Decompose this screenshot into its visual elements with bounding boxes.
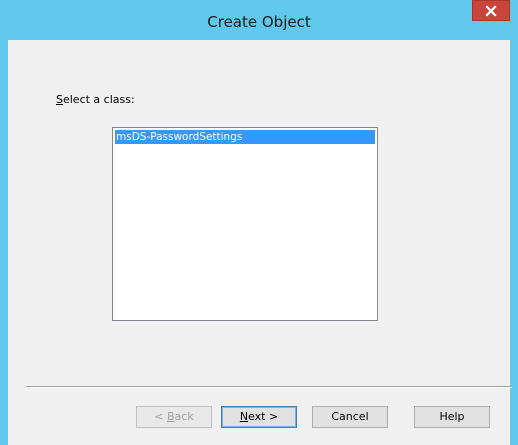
next-button[interactable]: Next > [221,406,297,428]
list-item[interactable]: msDS-PasswordSettings [115,130,375,144]
cancel-button[interactable]: Cancel [312,406,388,428]
dialog-content: Select a class: msDS-PasswordSettings < … [8,40,512,445]
back-button[interactable]: < Back [136,406,212,428]
select-label-mnemonic: S [56,93,63,106]
back-label-prefix: < [154,410,167,423]
close-button[interactable] [472,0,510,21]
select-class-label: Select a class: [56,93,135,106]
back-label-rest: ack [174,410,194,423]
create-object-dialog: Create Object Select a class: msDS-Passw… [0,0,518,445]
next-label-mnemonic: N [239,410,249,423]
class-listbox[interactable]: msDS-PasswordSettings [112,127,378,321]
select-label-text: elect a class: [62,93,135,106]
button-separator [26,386,512,388]
window-title: Create Object [207,13,311,31]
next-label-rest: ext > [248,410,279,423]
back-label-mnemonic: B [167,410,175,423]
help-button[interactable]: Help [414,406,490,428]
close-icon [485,4,497,17]
title-bar[interactable]: Create Object [0,0,518,40]
